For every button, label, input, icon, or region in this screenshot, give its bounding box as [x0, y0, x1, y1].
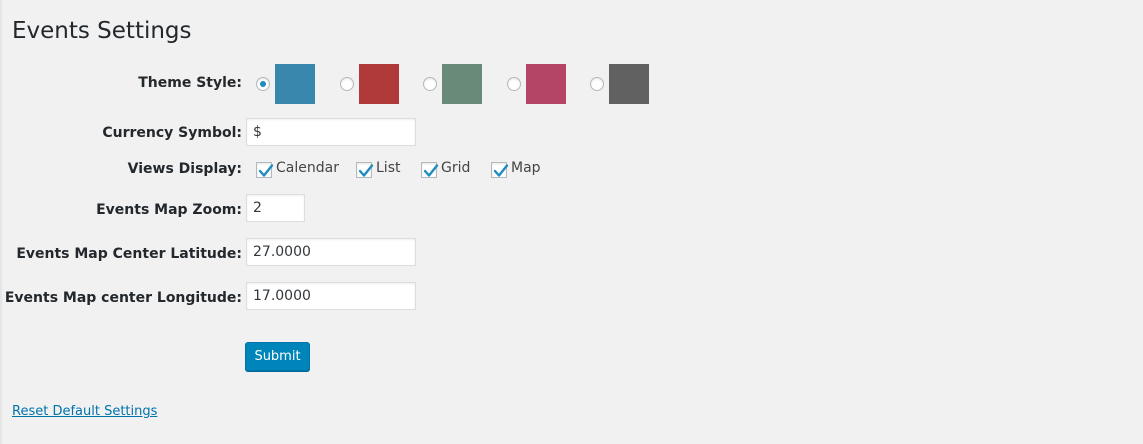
checkmark-icon [358, 164, 374, 177]
grid-option-label: Grid [441, 160, 471, 176]
latitude-input[interactable] [246, 238, 416, 266]
calendar-option-label: Calendar [276, 160, 339, 176]
theme-radio-4[interactable] [507, 77, 521, 91]
theme-swatch-5[interactable] [609, 64, 649, 104]
longitude-input[interactable] [246, 282, 416, 310]
checkmark-icon [423, 164, 439, 177]
currency-symbol-input[interactable] [246, 118, 416, 146]
theme-style-label: Theme Style: [138, 75, 242, 91]
list-checkbox[interactable] [356, 162, 374, 178]
theme-swatch-3[interactable] [442, 64, 482, 104]
grid-checkbox[interactable] [421, 162, 439, 178]
theme-radio-5[interactable] [590, 77, 604, 91]
theme-swatch-1[interactable] [275, 64, 315, 104]
currency-symbol-label: Currency Symbol: [102, 125, 242, 141]
theme-radio-1[interactable] [256, 77, 270, 91]
calendar-checkbox[interactable] [256, 162, 274, 178]
map-zoom-input[interactable] [246, 194, 305, 222]
checkmark-icon [258, 164, 274, 177]
map-zoom-label: Events Map Zoom: [96, 202, 242, 218]
checkmark-icon [493, 164, 509, 177]
longitude-label: Events Map center Longitude: [4, 290, 242, 306]
submit-button[interactable]: Submit [245, 342, 310, 371]
theme-radio-3[interactable] [423, 77, 437, 91]
theme-radio-2[interactable] [340, 77, 354, 91]
theme-swatch-4[interactable] [526, 64, 566, 104]
map-checkbox[interactable] [491, 162, 509, 178]
page-title: Events Settings [12, 18, 192, 44]
admin-border [0, 0, 2, 444]
latitude-label: Events Map Center Latitude: [16, 246, 242, 262]
theme-swatch-2[interactable] [359, 64, 399, 104]
map-option-label: Map [511, 160, 541, 176]
list-option-label: List [376, 160, 401, 176]
reset-default-settings-link[interactable]: Reset Default Settings [12, 404, 157, 419]
views-display-label: Views Display: [127, 161, 242, 177]
